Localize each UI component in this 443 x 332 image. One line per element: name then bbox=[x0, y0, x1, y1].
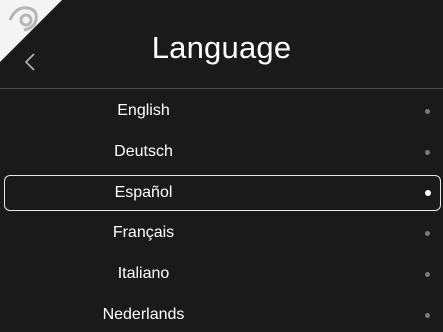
page-title: Language bbox=[151, 30, 292, 65]
language-option-nederlands[interactable]: Nederlands bbox=[0, 295, 443, 332]
language-label: Español bbox=[114, 183, 173, 201]
radio-dot-icon bbox=[425, 272, 430, 278]
radio-dot-icon bbox=[425, 312, 430, 318]
language-option-deutsch[interactable]: Deutsch bbox=[0, 132, 443, 173]
language-settings-screen: Language English Deutsch Español Françai… bbox=[0, 0, 443, 332]
language-option-francais[interactable]: Français bbox=[0, 213, 443, 254]
language-label: English bbox=[117, 102, 170, 119]
radio-dot-icon bbox=[425, 149, 430, 155]
device-logo-fragment bbox=[8, 6, 38, 32]
language-option-italiano[interactable]: Italiano bbox=[0, 254, 443, 295]
language-label: Français bbox=[112, 224, 175, 242]
language-option-english[interactable]: English bbox=[0, 91, 443, 132]
language-option-espanol[interactable]: Español bbox=[0, 173, 443, 214]
language-label: Italiano bbox=[117, 265, 170, 283]
header-divider bbox=[0, 88, 443, 89]
radio-dot-icon bbox=[425, 109, 430, 114]
radio-dot-icon bbox=[425, 231, 430, 237]
language-list: English Deutsch Español Français Italian… bbox=[0, 91, 443, 332]
language-label: Nederlands bbox=[102, 305, 185, 323]
header: Language bbox=[0, 0, 443, 88]
language-label: Deutsch bbox=[114, 142, 173, 160]
